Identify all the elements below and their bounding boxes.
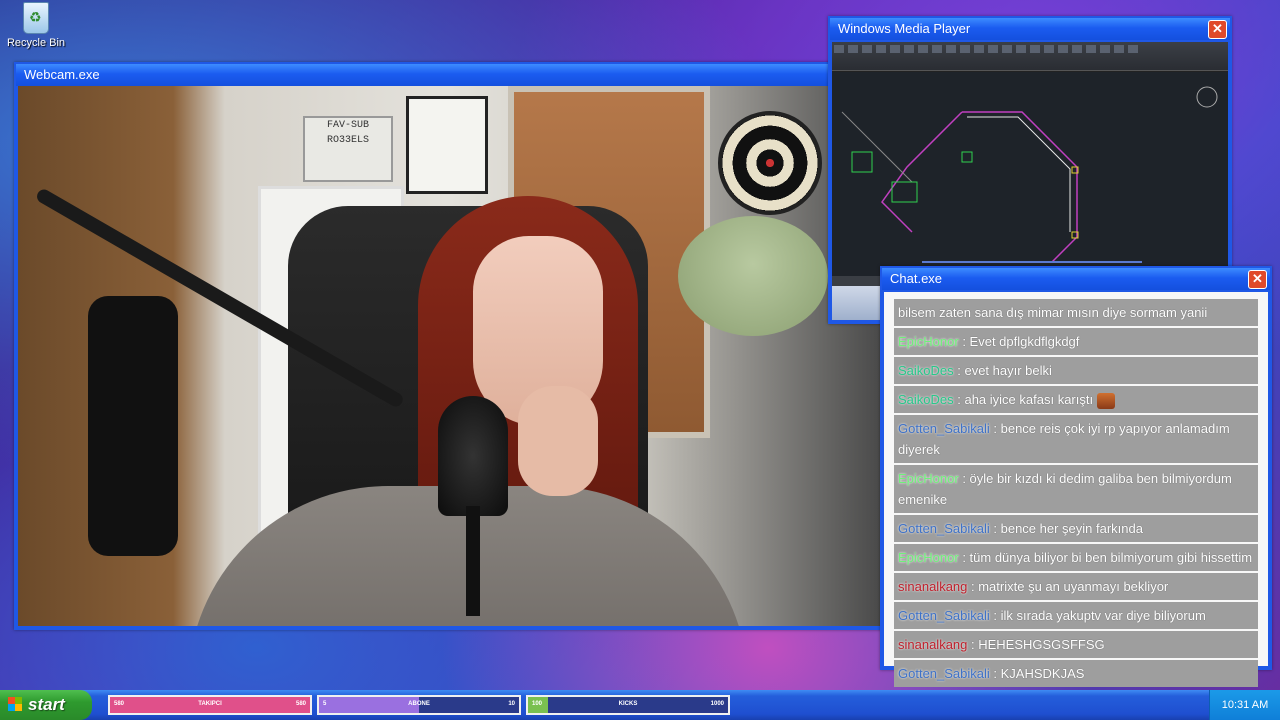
sign-line-2: RO33ELS xyxy=(326,135,369,146)
kicks-goal-bar: 100 KICKS 1000 xyxy=(526,695,730,715)
recycle-bin-icon xyxy=(23,2,49,34)
goal-label: ABONE xyxy=(408,701,430,707)
webcam-window[interactable]: Webcam.exe FAV-SUB RO33ELS xyxy=(14,62,884,630)
streamer-hand xyxy=(518,386,598,496)
chat-message: Gotten_Sabikali : bence her şeyin farkın… xyxy=(894,515,1258,542)
chat-text: bilsem zaten sana dış mimar mısın diye s… xyxy=(898,305,1208,320)
chat-text: : HEHESHGSGSFFSG xyxy=(967,637,1105,652)
chat-message: sinanalkang : matrixte şu an uyanmayı be… xyxy=(894,573,1258,600)
floorplan-drawing xyxy=(841,86,1218,263)
chat-text: : bence her şeyin farkında xyxy=(989,521,1143,536)
chat-message: SaikoDes : evet hayır belki xyxy=(894,357,1258,384)
windows-logo-icon xyxy=(8,697,22,711)
followers-goal-bar: 580 TAKIPCI 580 xyxy=(108,695,312,715)
chat-username[interactable]: Gotten_Sabikali xyxy=(898,421,990,436)
chat-message: sinanalkang : HEHESHGSGSFFSG xyxy=(894,631,1258,658)
chat-text: : tüm dünya biliyor bi ben bilmiyorum gi… xyxy=(958,550,1253,565)
chat-text: : KJAHSDKJAS xyxy=(989,666,1085,681)
chat-username[interactable]: EpicHonor xyxy=(898,550,959,565)
start-button[interactable]: start xyxy=(0,690,92,720)
chat-message: Gotten_Sabikali : KJAHSDKJAS xyxy=(894,660,1258,687)
media-player-titlebar[interactable]: Windows Media Player ✕ xyxy=(830,18,1230,40)
framed-picture xyxy=(406,96,488,194)
goal-target: 580 xyxy=(295,701,306,707)
chat-message: Gotten_Sabikali : ilk sırada yakuptv var… xyxy=(894,602,1258,629)
face-emote-icon xyxy=(1097,392,1116,409)
sign-line-1: FAV-SUB xyxy=(326,120,369,131)
chat-username[interactable]: Gotten_Sabikali xyxy=(898,608,990,623)
goal-label: KICKS xyxy=(618,701,638,707)
recycle-bin-label: Recycle Bin xyxy=(6,37,66,49)
chat-username[interactable]: SaikoDes xyxy=(898,363,954,378)
chat-username[interactable]: Gotten_Sabikali xyxy=(898,666,990,681)
fav-sub-sign: FAV-SUB RO33ELS xyxy=(303,116,393,182)
chat-message: EpicHonor : öyle bir kızdı ki dedim gali… xyxy=(894,465,1258,513)
chat-username[interactable]: EpicHonor xyxy=(898,334,959,349)
chat-text: : aha iyice kafası karıştı xyxy=(953,392,1094,407)
chat-username[interactable]: sinanalkang xyxy=(898,637,967,652)
chat-text: : ilk sırada yakuptv var diye biliyorum xyxy=(989,608,1206,623)
chat-username[interactable]: EpicHonor xyxy=(898,471,959,486)
chat-message: bilsem zaten sana dış mimar mısın diye s… xyxy=(894,299,1258,326)
recycle-bin-desktop-icon[interactable]: Recycle Bin xyxy=(6,2,66,49)
cad-ribbon-toolbar xyxy=(832,42,1228,71)
plush-toy xyxy=(678,216,828,336)
chat-message-list[interactable]: bilsem zaten sana dış mimar mısın diye s… xyxy=(884,292,1268,687)
media-player-window-title: Windows Media Player xyxy=(838,21,971,36)
chat-message: Gotten_Sabikali : bence reis çok iyi rp … xyxy=(894,415,1258,463)
chat-window-title: Chat.exe xyxy=(890,271,943,286)
chat-titlebar[interactable]: Chat.exe ✕ xyxy=(882,268,1270,290)
chat-message: EpicHonor : Evet dpflgkdflgkdgf xyxy=(894,328,1258,355)
chat-text: : matrixte şu an uyanmayı bekliyor xyxy=(967,579,1169,594)
chat-close-button[interactable]: ✕ xyxy=(1248,270,1267,289)
microphone-icon xyxy=(438,396,508,516)
goal-target: 1000 xyxy=(710,701,724,707)
cad-drawing-canvas xyxy=(832,72,1228,276)
goal-label: TAKIPCI xyxy=(198,701,222,707)
chat-text: : Evet dpflgkdflgkdgf xyxy=(958,334,1080,349)
system-tray[interactable]: 10:31 AM xyxy=(1209,690,1280,720)
chat-text: : evet hayır belki xyxy=(953,363,1052,378)
chat-username[interactable]: Gotten_Sabikali xyxy=(898,521,990,536)
webcam-window-title: Webcam.exe xyxy=(24,67,100,82)
start-label: start xyxy=(28,695,65,714)
taskbar: start 580 TAKIPCI 580 5 ABONE 10 100 KICKS 1000 … xyxy=(0,690,1280,720)
webcam-video-feed: FAV-SUB RO33ELS xyxy=(18,86,880,626)
media-player-close-button[interactable]: ✕ xyxy=(1208,20,1227,39)
chat-message: EpicHonor : tüm dünya biliyor bi ben bil… xyxy=(894,544,1258,571)
clock: 10:31 AM xyxy=(1221,699,1269,711)
webcam-titlebar[interactable]: Webcam.exe xyxy=(16,64,882,86)
hanging-coat xyxy=(88,296,178,556)
mic-stand xyxy=(466,506,480,616)
goal-target: 10 xyxy=(508,701,515,707)
chat-message: SaikoDes : aha iyice kafası karıştı xyxy=(894,386,1258,413)
chat-window[interactable]: Chat.exe ✕ bilsem zaten sana dış mimar m… xyxy=(880,266,1272,687)
dartboard-icon xyxy=(718,111,822,215)
subscribers-goal-bar: 5 ABONE 10 xyxy=(317,695,521,715)
chat-username[interactable]: SaikoDes xyxy=(898,392,954,407)
chat-username[interactable]: sinanalkang xyxy=(898,579,967,594)
